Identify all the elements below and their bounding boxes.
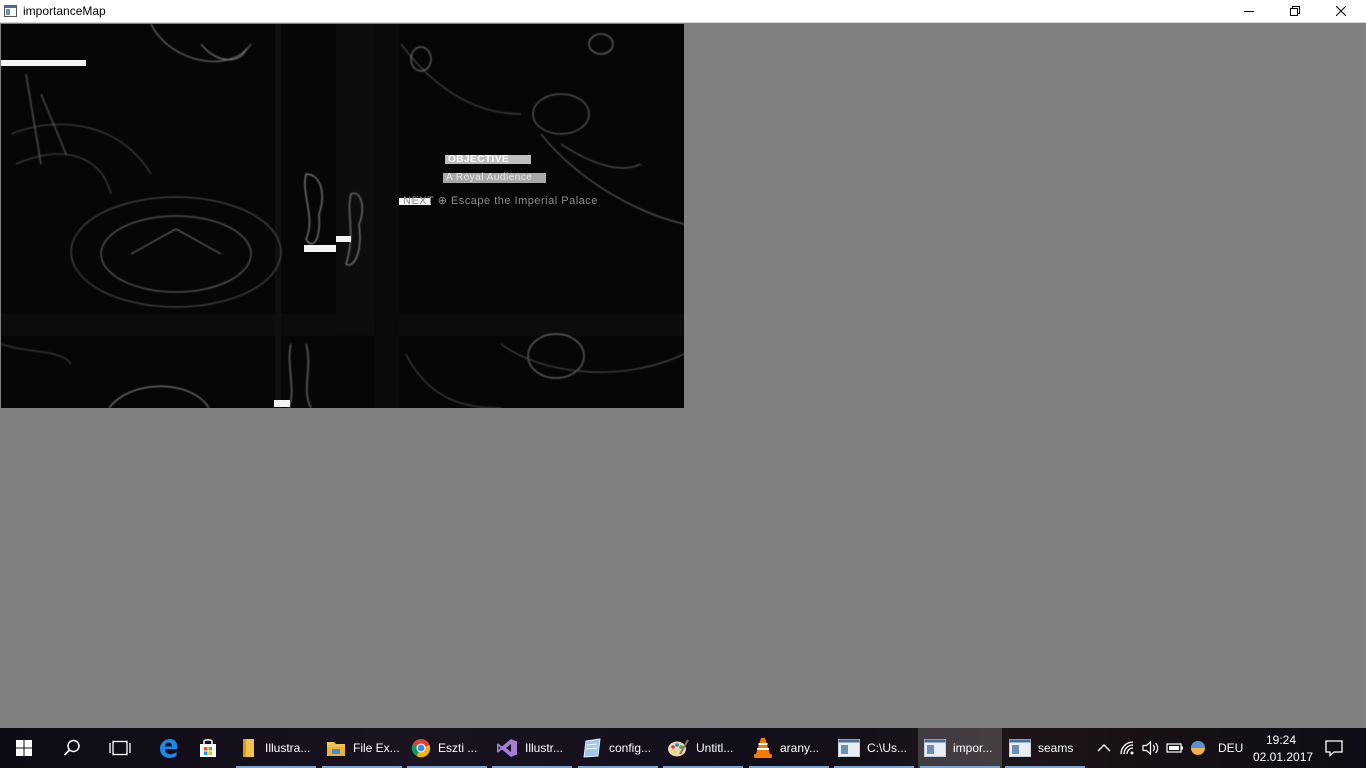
escape-text: NEXT ⊕ Escape the Imperial Palace [403, 195, 598, 207]
taskbar-app-illustra-folder[interactable]: Illustra... [234, 728, 318, 768]
start-button[interactable] [4, 728, 44, 768]
notification-icon [1325, 740, 1343, 757]
notepad-icon [583, 738, 601, 758]
app-window-icon [924, 739, 946, 757]
store-taskbar-button[interactable] [188, 728, 228, 768]
task-view-icon [109, 740, 131, 756]
visual-studio-icon [497, 739, 517, 757]
battery-button[interactable] [1166, 728, 1184, 768]
app-window-icon [4, 5, 17, 17]
network-button[interactable] [1119, 728, 1137, 768]
chevron-up-icon [1097, 744, 1111, 752]
minimize-button[interactable] [1226, 0, 1272, 22]
taskbar-app-seams[interactable]: seams [1003, 728, 1087, 768]
action-center-button[interactable] [1322, 728, 1344, 768]
canvas-area: OBJECTIVE A Royal Audience NEXT ⊕ Escape… [0, 23, 1366, 728]
importance-map-image: OBJECTIVE A Royal Audience NEXT ⊕ Escape… [1, 24, 684, 408]
volume-button[interactable] [1142, 728, 1160, 768]
taskbar-app-visual-studio[interactable]: Illustr... [490, 728, 574, 768]
taskbar-app-label: Eszti ... [438, 741, 478, 755]
taskbar-app-paint[interactable]: Untitl... [661, 728, 745, 768]
taskbar-app-label: config... [609, 741, 652, 755]
speaker-icon [1142, 740, 1159, 756]
clock-time: 19:24 [1266, 733, 1297, 747]
console-window-icon [838, 739, 860, 757]
edge-icon [160, 739, 178, 758]
taskbar-app-label: arany... [780, 741, 820, 755]
folder-icon [243, 739, 254, 757]
taskbar-app-label: Illustr... [525, 741, 564, 755]
taskbar: Illustra... File Ex... Eszti ... Illustr… [0, 728, 1366, 768]
taskbar-app-label: C:\Us... [867, 741, 908, 755]
taskbar-app-vlc[interactable]: arany... [747, 728, 831, 768]
edge-map-graphic [1, 24, 684, 408]
vlc-icon [754, 738, 772, 758]
clock-date: 02.01.2017 [1253, 750, 1314, 764]
search-button[interactable] [52, 728, 92, 768]
taskbar-app-notepad[interactable]: config... [576, 728, 660, 768]
close-button[interactable] [1318, 0, 1364, 22]
paint-icon [668, 739, 689, 757]
task-view-button[interactable] [100, 728, 140, 768]
search-icon [63, 739, 80, 756]
clock[interactable]: 19:24 02.01.2017 [1250, 728, 1314, 768]
taskbar-app-chrome[interactable]: Eszti ... [405, 728, 489, 768]
battery-icon [1166, 743, 1183, 753]
chrome-icon [411, 739, 431, 758]
taskbar-app-label: Illustra... [265, 741, 311, 755]
tray-app-button[interactable] [1190, 728, 1206, 768]
wifi-icon [1120, 741, 1134, 755]
window-title: importanceMap [23, 4, 106, 18]
taskbar-app-label: impor... [953, 741, 993, 755]
restore-button[interactable] [1272, 0, 1318, 22]
input-language-indicator[interactable]: DEU [1218, 741, 1243, 755]
window-title-bar[interactable]: importanceMap [0, 0, 1366, 23]
taskbar-app-file-explorer[interactable]: File Ex... [320, 728, 404, 768]
taskbar-app-label: Untitl... [696, 741, 734, 755]
taskbar-app-label: File Ex... [353, 741, 400, 755]
taskbar-app-importance-map[interactable]: impor... [918, 728, 1002, 768]
file-explorer-icon [327, 742, 345, 756]
restore-icon [1290, 6, 1300, 16]
windows-start-icon [16, 740, 32, 756]
app-window-icon [1009, 739, 1031, 757]
taskbar-app-label: seams [1038, 741, 1074, 755]
close-icon [1336, 6, 1346, 16]
edge-taskbar-button[interactable] [148, 728, 188, 768]
audience-text: A Royal Audience [446, 172, 533, 183]
objective-text: OBJECTIVE [448, 154, 510, 165]
taskbar-app-console[interactable]: C:\Us... [832, 728, 916, 768]
show-hidden-icons-button[interactable] [1093, 728, 1115, 768]
tray-app-icon [1191, 741, 1205, 755]
minimize-icon [1244, 11, 1254, 12]
store-icon [200, 739, 216, 757]
